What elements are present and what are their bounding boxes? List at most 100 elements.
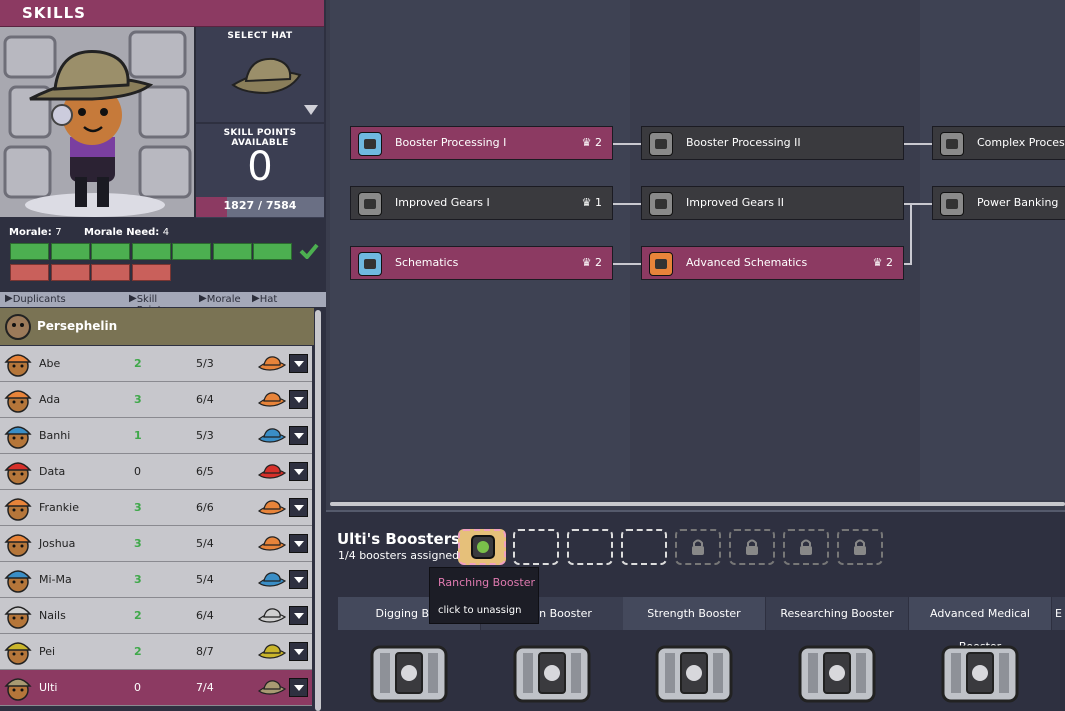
booster-slot-empty[interactable] [567, 529, 613, 565]
booster-slot-filled[interactable] [458, 529, 506, 565]
experience-bar: 1827 / 7584 [196, 197, 324, 217]
crown-icon: ♛ [872, 256, 883, 269]
sort-skill-points[interactable]: ▶ Skill Points [129, 293, 167, 316]
morale-box [212, 243, 252, 260]
crown-icon: ♛ [581, 196, 592, 209]
skill-points-value: 0 [247, 144, 273, 190]
checkmark-icon [299, 243, 319, 259]
duplicant-morale: 6/4 [196, 609, 214, 622]
skill-node-bp1[interactable]: Booster Processing I ♛ 2 [350, 126, 613, 160]
duplicant-row[interactable]: Frankie 3 6/6 [0, 490, 312, 526]
skill-label: Power Banking [977, 196, 1059, 209]
hat-dropdown-button[interactable] [289, 606, 308, 625]
skills-header: SKILLS [0, 0, 324, 27]
booster-tab[interactable]: Strength Booster [623, 597, 765, 630]
skill-icon [358, 132, 382, 156]
duplicant-skill-points: 1 [134, 429, 142, 442]
duplicant-hat-icon [258, 428, 286, 443]
duplicant-morale: 6/6 [196, 501, 214, 514]
duplicant-name: Ada [39, 393, 61, 406]
booster-tab[interactable]: E [1052, 597, 1065, 630]
skill-count: ♛ 1 [581, 196, 602, 209]
page-title: SKILLS [22, 4, 86, 22]
hat-dropdown-button[interactable] [289, 426, 308, 445]
hat-dropdown-button[interactable] [289, 462, 308, 481]
duplicant-row[interactable]: Pei 2 8/7 [0, 634, 312, 670]
hat-icon [231, 57, 302, 95]
duplicant-name: Abe [39, 357, 61, 370]
hat-dropdown-button[interactable] [289, 354, 308, 373]
chevron-down-icon[interactable] [304, 105, 318, 115]
booster-slot-empty[interactable] [621, 529, 667, 565]
duplicant-row[interactable]: Joshua 3 5/4 [0, 526, 312, 562]
booster-card[interactable] [370, 643, 448, 703]
duplicant-row[interactable]: Mi-Ma 3 5/4 [0, 562, 312, 598]
skill-node-asch[interactable]: Advanced Schematics ♛ 2 [641, 246, 904, 280]
hat-dropdown-button[interactable] [289, 498, 308, 517]
booster-slot-empty[interactable] [513, 529, 559, 565]
lock-icon [800, 539, 812, 555]
select-hat-panel[interactable]: SELECT HAT [196, 27, 324, 122]
duplicant-row[interactable]: Banhi 1 5/3 [0, 418, 312, 454]
duplicant-row[interactable]: Ada 3 6/4 [0, 382, 312, 418]
hat-dropdown-button[interactable] [289, 534, 308, 553]
lock-icon [854, 539, 866, 555]
morale-need-box [50, 264, 90, 281]
duplicant-skill-points: 3 [134, 573, 142, 586]
crown-icon: ♛ [581, 136, 592, 149]
duplicant-morale: 5/3 [196, 357, 214, 370]
duplicant-avatar [4, 570, 32, 593]
duplicant-hat-icon [258, 464, 286, 479]
morale-need-value: 4 [162, 227, 170, 238]
duplicant-avatar [4, 642, 32, 665]
booster-slot-locked [675, 529, 721, 565]
sort-duplicants[interactable]: ▶ Duplicants [5, 293, 66, 305]
duplicant-list-scrollbar[interactable] [315, 310, 321, 711]
experience-text: 1827 / 7584 [223, 199, 297, 212]
duplicant-row[interactable]: Data 0 6/5 [0, 454, 312, 490]
sort-hat[interactable]: ▶ Hat [252, 293, 277, 305]
duplicant-row[interactable]: Ulti 0 7/4 [0, 670, 312, 706]
skill-icon [940, 132, 964, 156]
duplicant-morale: 6/4 [196, 393, 214, 406]
duplicant-row[interactable]: Abe 2 5/3 [0, 346, 312, 382]
booster-card[interactable] [941, 643, 1019, 703]
booster-tab[interactable]: Advanced Medical Booster [909, 597, 1051, 653]
hat-dropdown-button[interactable] [289, 570, 308, 589]
booster-card[interactable] [655, 643, 733, 703]
ranching-booster-icon [471, 535, 495, 559]
skill-node-sch[interactable]: Schematics ♛ 2 [350, 246, 613, 280]
duplicant-hat-icon [258, 644, 286, 659]
skill-node-ig2[interactable]: Improved Gears II [641, 186, 904, 220]
sort-morale[interactable]: ▶ Morale [199, 293, 241, 305]
hat-dropdown-button[interactable] [289, 678, 308, 697]
duplicant-name: Pei [39, 645, 56, 658]
duplicant-name: Mi-Ma [39, 573, 72, 586]
hat-dropdown-button[interactable] [289, 390, 308, 409]
duplicant-row[interactable]: Nails 2 6/4 [0, 598, 312, 634]
duplicant-hat-icon [258, 608, 286, 623]
booster-card[interactable] [513, 643, 591, 703]
skill-node-cp[interactable]: Complex Processing [932, 126, 1065, 160]
skill-label: Booster Processing I [395, 136, 507, 149]
duplicant-avatar [4, 354, 32, 377]
lock-icon [746, 539, 758, 555]
duplicant-avatar [4, 390, 32, 413]
skill-tree-scrollbar[interactable] [330, 502, 1065, 506]
booster-cartridge-icon [513, 645, 591, 703]
hat-dropdown-button[interactable] [289, 642, 308, 661]
skill-node-ig1[interactable]: Improved Gears I ♛ 1 [350, 186, 613, 220]
boosters-subtitle: 1/4 boosters assigned [338, 549, 460, 562]
group-name: Persephelin [37, 319, 118, 333]
skill-label: Improved Gears II [686, 196, 784, 209]
duplicant-skill-points: 3 [134, 393, 142, 406]
skill-node-pb[interactable]: Power Banking [932, 186, 1065, 220]
booster-tooltip: Ranching Booster click to unassign [429, 567, 539, 624]
group-header[interactable]: Persephelin [0, 308, 314, 345]
booster-tab[interactable]: Researching Booster [766, 597, 908, 630]
morale-need-box [91, 264, 130, 281]
booster-card[interactable] [798, 643, 876, 703]
duplicant-hat-icon [258, 500, 286, 515]
skill-node-bp2[interactable]: Booster Processing II [641, 126, 904, 160]
duplicant-name: Joshua [39, 537, 76, 550]
